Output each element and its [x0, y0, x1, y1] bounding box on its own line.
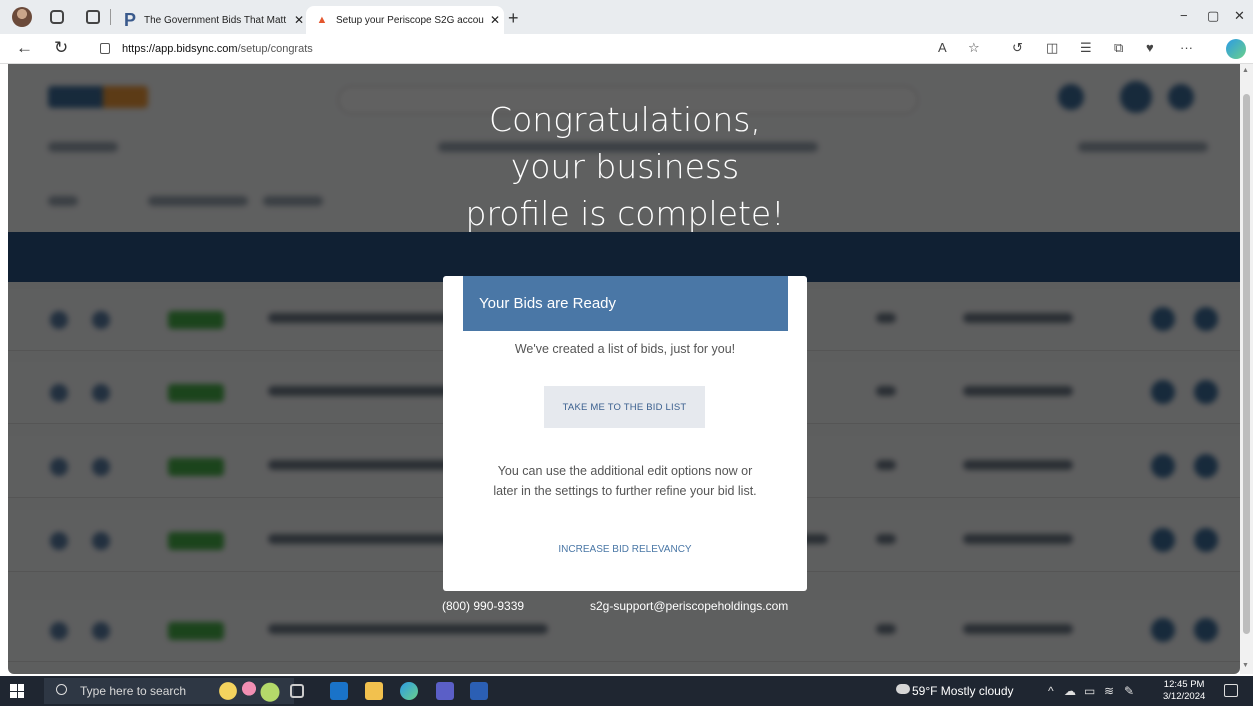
support-phone[interactable]: (800) 990-9339: [442, 599, 524, 613]
file-explorer-icon[interactable]: [365, 682, 383, 700]
notification-icon[interactable]: [1224, 684, 1238, 697]
support-email[interactable]: s2g-support@periscopeholdings.com: [590, 599, 788, 613]
search-highlight-icon[interactable]: [214, 679, 284, 703]
search-placeholder: Type here to search: [80, 684, 187, 698]
info-line: You can use the additional edit options …: [497, 464, 753, 478]
tab-title: The Government Bids That Matt: [144, 14, 287, 26]
maximize-button[interactable]: ▢: [1207, 8, 1219, 24]
take-me-to-bid-list-button[interactable]: TAKE ME TO THE BID LIST: [544, 386, 705, 428]
edge-icon[interactable]: [400, 682, 418, 700]
periscope-p-icon: P: [123, 9, 136, 30]
windows-start-icon[interactable]: [10, 684, 24, 698]
browser-toolbar: ← ↻ https://app.bidsync.com/setup/congra…: [0, 34, 1253, 64]
info-line: later in the settings to further refine …: [493, 484, 757, 498]
url-path: /setup/congrats: [237, 42, 313, 55]
tab-title: Setup your Periscope S2G accou: [336, 14, 484, 26]
close-window-button[interactable]: ✕: [1234, 8, 1245, 24]
show-hidden-icons-icon[interactable]: ^: [1048, 684, 1054, 698]
scroll-up-arrow-icon[interactable]: ▲: [1242, 67, 1249, 74]
favorite-star-icon[interactable]: ☆: [968, 40, 980, 56]
congratulations-heading: Congratulations, your business profile i…: [420, 96, 830, 237]
browser-essentials-icon[interactable]: ♥: [1146, 40, 1154, 55]
browser-tab-strip: P The Government Bids That Matt ✕ ▲ Setu…: [0, 0, 1253, 34]
profile-avatar-icon[interactable]: [12, 7, 32, 27]
weather-cloud-icon: [896, 684, 910, 694]
windows-taskbar: Type here to search 59°F Mostly cloudy ^…: [0, 676, 1253, 706]
modal-info-text: You can use the additional edit options …: [443, 461, 807, 501]
bids-ready-modal: Your Bids are Ready We've created a list…: [443, 276, 807, 591]
more-menu-icon[interactable]: ···: [1180, 40, 1193, 55]
wifi-icon[interactable]: ≋: [1104, 684, 1114, 698]
heading-line: profile is complete!: [465, 194, 785, 233]
back-arrow-icon[interactable]: ←: [16, 38, 33, 58]
copilot-icon[interactable]: [1226, 39, 1246, 59]
url-host: https://app.bidsync.com: [122, 42, 238, 55]
read-aloud-icon[interactable]: A: [938, 40, 947, 55]
heading-line: Congratulations,: [489, 100, 761, 139]
address-bar[interactable]: https://app.bidsync.com/setup/congrats: [90, 37, 1000, 60]
scrollbar-thumb[interactable]: [1243, 94, 1250, 634]
tab-actions-icon[interactable]: [86, 10, 100, 24]
search-icon: [56, 684, 67, 695]
outlook-icon[interactable]: [330, 682, 348, 700]
new-tab-button[interactable]: +: [508, 8, 519, 29]
divider: [110, 9, 111, 25]
battery-icon[interactable]: ▭: [1084, 684, 1095, 698]
bidsync-icon: ▲: [316, 14, 328, 26]
workspaces-icon[interactable]: [50, 10, 64, 24]
modal-header: Your Bids are Ready: [463, 276, 788, 331]
collections-icon[interactable]: ⧉: [1114, 40, 1123, 56]
split-screen-icon[interactable]: ◫: [1046, 40, 1058, 56]
heading-line: your business: [510, 147, 740, 186]
minimize-button[interactable]: −: [1180, 8, 1188, 23]
word-icon[interactable]: [470, 682, 488, 700]
pen-icon[interactable]: ✎: [1124, 684, 1134, 698]
page-scrollbar[interactable]: ▲ ▼: [1240, 64, 1253, 674]
task-view-icon[interactable]: [290, 684, 304, 698]
clock-date: 3/12/2024: [1163, 691, 1206, 702]
taskbar-clock[interactable]: 12:45 PM 3/12/2024: [1163, 679, 1205, 703]
screen: P The Government Bids That Matt ✕ ▲ Setu…: [0, 0, 1253, 706]
extension-icon[interactable]: ↺: [1012, 40, 1023, 56]
browser-tab-active[interactable]: ▲ Setup your Periscope S2G accou ✕: [306, 6, 504, 34]
favorites-list-icon[interactable]: ☰: [1080, 40, 1092, 56]
scroll-down-arrow-icon[interactable]: ▼: [1242, 662, 1249, 669]
onedrive-icon[interactable]: ☁: [1064, 684, 1076, 698]
lock-icon: [100, 43, 110, 54]
modal-subtitle: We've created a list of bids, just for y…: [514, 342, 736, 356]
increase-bid-relevancy-link[interactable]: INCREASE BID RELEVANCY: [443, 544, 807, 555]
clock-time: 12:45 PM: [1163, 679, 1205, 690]
teams-icon[interactable]: [436, 682, 454, 700]
browser-tab[interactable]: P The Government Bids That Matt ✕: [114, 6, 308, 34]
refresh-icon[interactable]: ↻: [54, 38, 68, 58]
close-tab-icon[interactable]: ✕: [486, 13, 504, 27]
weather-text[interactable]: 59°F Mostly cloudy: [912, 684, 1014, 698]
web-page: Congratulations, your business profile i…: [8, 64, 1240, 674]
